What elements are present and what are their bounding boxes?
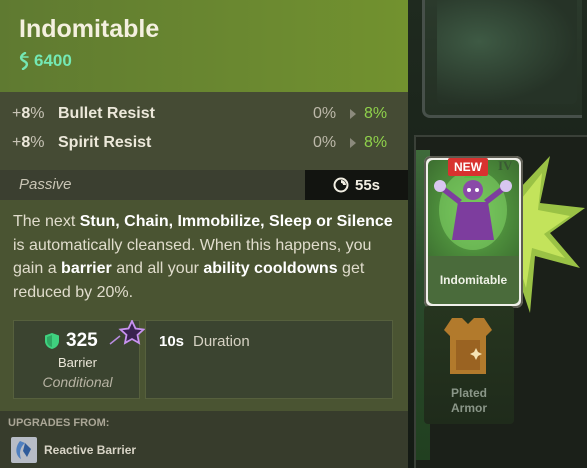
shop-top-card-art xyxy=(437,0,577,104)
shop-item-label: Indomitable xyxy=(428,256,519,304)
passive-description: The next Stun, Chain, Immobilize, Sleep … xyxy=(13,213,393,301)
stat-name: Bullet Resist xyxy=(58,105,155,122)
stat-amount: +8% xyxy=(12,105,45,122)
upgrades-section: UPGRADES FROM: Reactive Barrier xyxy=(0,411,408,468)
shop-item-card[interactable]: Indomitable xyxy=(424,156,523,308)
plated-armor-label-line1: Plated xyxy=(450,386,487,400)
reactive-barrier-icon[interactable] xyxy=(11,437,37,463)
passive-bar: Passive 55s xyxy=(0,170,408,200)
new-badge: NEW xyxy=(448,158,488,176)
star-icon xyxy=(109,320,146,345)
duration-value: 10s xyxy=(159,333,185,350)
item-title: Indomitable xyxy=(19,15,160,43)
plated-armor-icon xyxy=(444,318,492,374)
duration-box: 10s Duration xyxy=(145,320,393,399)
cooldown-badge: 55s xyxy=(305,170,408,200)
stat-from: 0% xyxy=(313,134,337,151)
arrow-right-icon xyxy=(350,109,356,119)
cooldown-icon xyxy=(333,177,349,193)
shop-item-card-plated-armor[interactable]: Plated Armor xyxy=(424,306,514,424)
stat-row-bullet-resist: +8% Bullet Resist 0% 8% xyxy=(0,100,408,128)
cooldown-value: 55s xyxy=(354,176,381,194)
item-tooltip: Indomitable 6400 +8% Bullet Resist 0% 8%… xyxy=(0,0,408,468)
arrow-right-icon xyxy=(350,138,356,148)
stat-name: Spirit Resist xyxy=(58,134,152,151)
barrier-box: 325 Barrier Conditional xyxy=(13,320,146,399)
stat-to: 8% xyxy=(364,105,388,122)
barrier-value: 325 xyxy=(44,330,98,352)
passive-label: Passive xyxy=(19,176,72,193)
stat-to: 8% xyxy=(364,134,388,151)
stat-row-spirit-resist: +8% Spirit Resist 0% 8% xyxy=(0,129,408,157)
barrier-label: Barrier xyxy=(57,355,97,370)
plated-armor-label-line2: Armor xyxy=(450,401,487,415)
tier-label: IV xyxy=(498,158,513,173)
tooltip-header: Indomitable 6400 xyxy=(0,0,408,92)
shop-top-card xyxy=(422,0,582,118)
plated-armor-label: Plated Armor xyxy=(424,386,514,416)
souls-icon xyxy=(19,52,29,70)
barrier-condition: Conditional xyxy=(42,374,113,390)
upgrades-title: UPGRADES FROM: xyxy=(8,417,110,429)
item-cost-value: 6400 xyxy=(34,51,72,70)
upgrade-from-item-name[interactable]: Reactive Barrier xyxy=(44,443,136,457)
stat-from: 0% xyxy=(313,105,337,122)
shield-icon xyxy=(45,333,59,349)
stats-section: +8% Bullet Resist 0% 8% +8% Spirit Resis… xyxy=(0,92,408,170)
item-cost: 6400 xyxy=(17,51,72,71)
duration-label: Duration xyxy=(193,333,250,350)
stat-amount: +8% xyxy=(12,134,45,151)
